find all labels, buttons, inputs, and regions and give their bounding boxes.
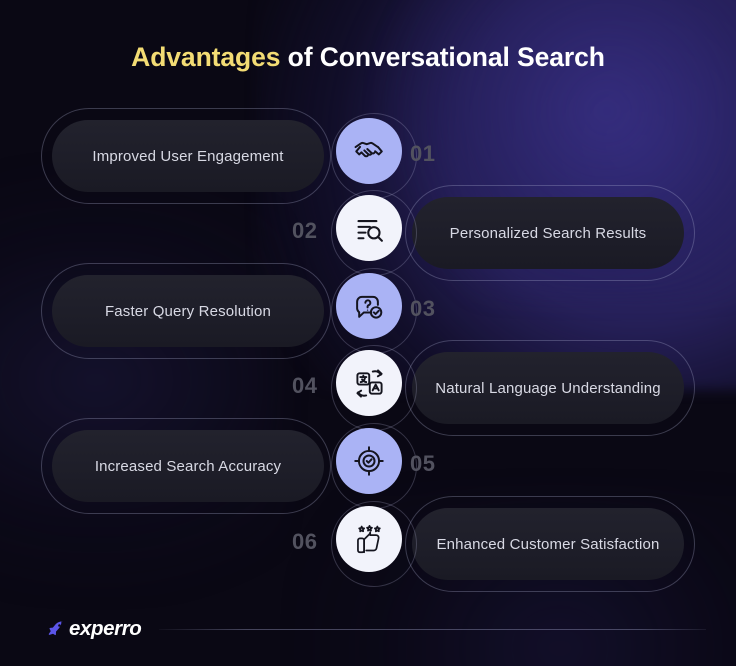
question-bubble-check-icon xyxy=(353,290,386,323)
capsule-1[interactable]: Improved User Engagement xyxy=(52,120,324,192)
advantage-number-4: 04 xyxy=(292,373,318,398)
icon-badge-1[interactable] xyxy=(336,118,402,184)
advantage-label-3: Faster Query Resolution xyxy=(104,302,272,320)
target-check-icon xyxy=(352,444,386,478)
icon-badge-2[interactable] xyxy=(336,195,402,261)
icon-badge-5[interactable] xyxy=(336,428,402,494)
icon-badge-4[interactable] xyxy=(336,350,402,416)
footer-divider xyxy=(159,628,706,630)
advantage-number-2: 02 xyxy=(292,218,318,243)
advantage-label-4: Natural Language Understanding xyxy=(435,379,661,397)
icon-badge-3[interactable] xyxy=(336,273,402,339)
brand-logo[interactable]: experro xyxy=(46,617,142,641)
handshake-icon xyxy=(352,134,386,168)
brand-name: experro xyxy=(69,617,142,640)
advantage-label-2: Personalized Search Results xyxy=(449,224,647,242)
advantage-label-1: Improved User Engagement xyxy=(92,147,284,165)
footer: experro xyxy=(46,614,706,644)
infographic-canvas: Advantages of Conversational Search Impr… xyxy=(0,0,736,666)
advantage-number-6: 06 xyxy=(292,529,318,554)
capsule-2[interactable]: Personalized Search Results xyxy=(412,197,684,269)
advantage-label-5: Increased Search Accuracy xyxy=(94,457,282,475)
translate-icon xyxy=(353,367,386,400)
capsule-4[interactable]: Natural Language Understanding xyxy=(412,352,684,424)
page-title-highlight: Advantages xyxy=(131,42,281,72)
thumbs-up-stars-icon xyxy=(353,523,386,556)
advantage-number-3: 03 xyxy=(410,296,436,321)
capsule-5[interactable]: Increased Search Accuracy xyxy=(52,430,324,502)
capsule-3[interactable]: Faster Query Resolution xyxy=(52,275,324,347)
advantage-number-1: 01 xyxy=(410,141,436,166)
page-title: Advantages of Conversational Search xyxy=(0,42,736,73)
icon-badge-6[interactable] xyxy=(336,506,402,572)
advantage-row-6: Enhanced Customer Satisfaction 06 xyxy=(0,496,736,592)
capsule-6[interactable]: Enhanced Customer Satisfaction xyxy=(412,508,684,580)
experro-mark-icon xyxy=(46,619,66,639)
advantage-label-6: Enhanced Customer Satisfaction xyxy=(436,535,660,553)
search-list-icon xyxy=(353,212,386,245)
advantage-number-5: 05 xyxy=(410,451,436,476)
page-title-rest: of Conversational Search xyxy=(280,42,605,72)
